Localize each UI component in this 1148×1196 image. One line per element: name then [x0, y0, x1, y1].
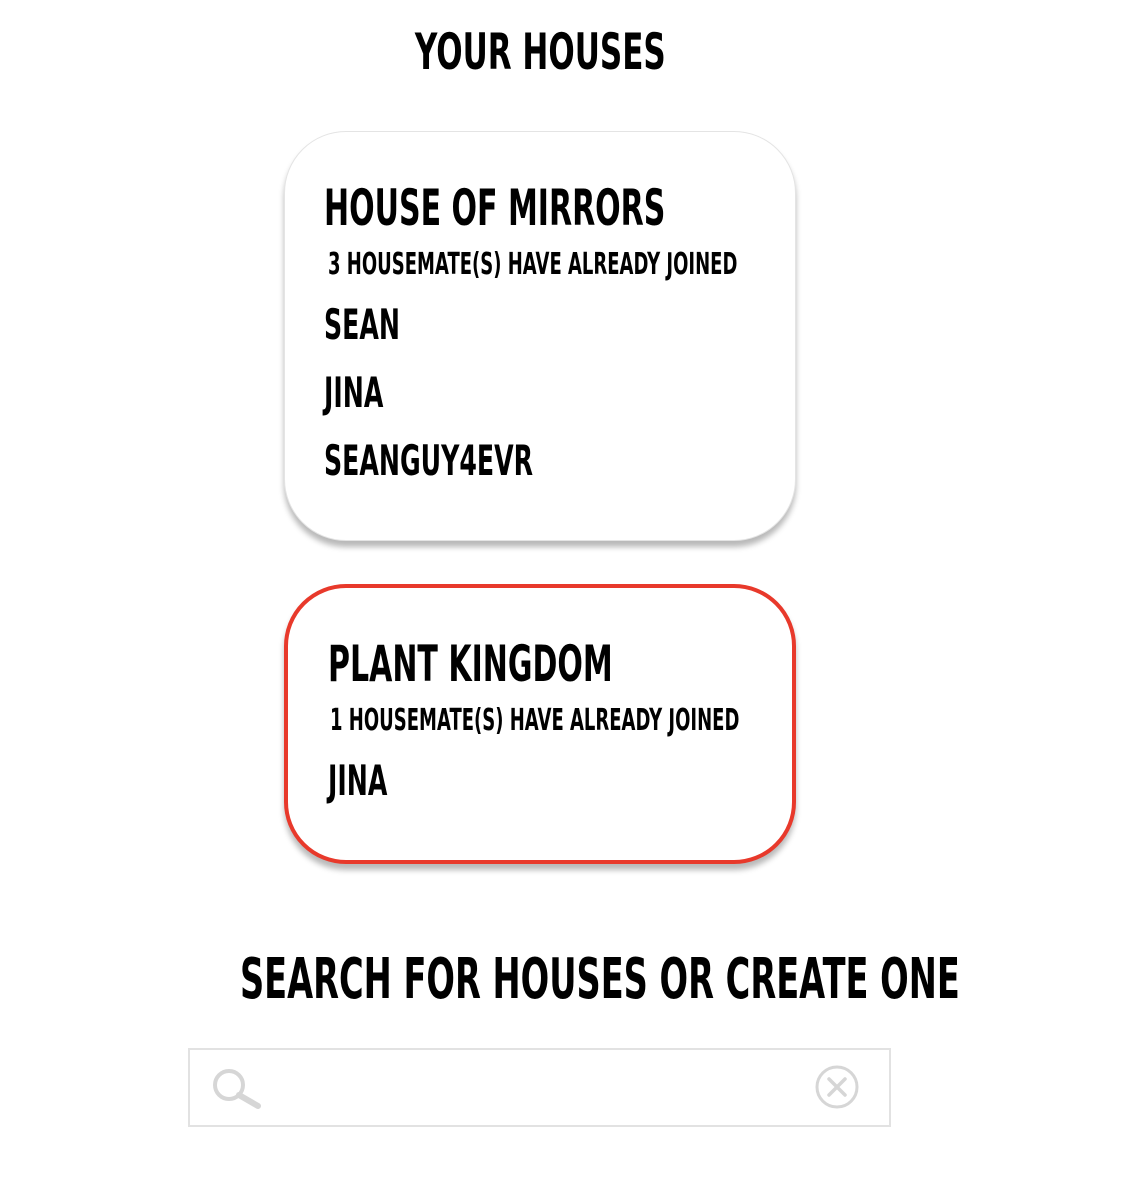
clear-icon[interactable]	[814, 1064, 860, 1110]
member-name: SEAN	[324, 300, 400, 349]
house-name: PLANT KINGDOM	[328, 635, 613, 693]
page-title: YOUR HOUSES	[0, 24, 1080, 80]
house-card-plant-kingdom[interactable]: PLANT KINGDOM 1 HOUSEMATE(S) HAVE ALREAD…	[284, 584, 796, 864]
house-name: HOUSE OF MIRRORS	[324, 179, 666, 237]
member-name: JINA	[324, 368, 384, 417]
member-name: SEANGUY4EVR	[324, 436, 534, 485]
housemate-count: 3 HOUSEMATE(S) HAVE ALREADY JOINED	[328, 247, 738, 282]
house-card-house-of-mirrors[interactable]: HOUSE OF MIRRORS 3 HOUSEMATE(S) HAVE ALR…	[284, 131, 796, 541]
search-heading-text: SEARCH FOR HOUSES OR CREATE ONE	[239, 947, 960, 1012]
search-heading: SEARCH FOR HOUSES OR CREATE ONE	[0, 950, 1080, 1010]
member-name: JINA	[328, 756, 388, 805]
page-title-text: YOUR HOUSES	[414, 23, 666, 81]
search-input[interactable]	[270, 1064, 804, 1114]
housemate-count: 1 HOUSEMATE(S) HAVE ALREADY JOINED	[330, 703, 740, 738]
search-icon	[210, 1068, 264, 1112]
search-bar[interactable]	[188, 1048, 891, 1127]
